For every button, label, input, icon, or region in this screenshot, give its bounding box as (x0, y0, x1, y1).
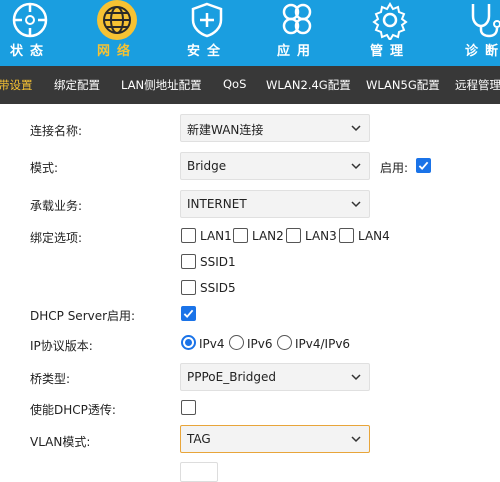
stethoscope-icon (465, 0, 500, 40)
connection-name-label: 连接名称: (30, 124, 83, 138)
bridge-type-select[interactable]: PPPoE_Bridged (180, 363, 370, 391)
nav-item-diagnose[interactable]: 诊断 (440, 0, 500, 66)
nav-label-manage: 管理 (369, 44, 410, 59)
lan1-checkbox[interactable] (181, 228, 196, 243)
mode-select[interactable]: Bridge (180, 152, 370, 180)
nav-label-security: 安全 (186, 44, 227, 59)
gear-icon (370, 0, 410, 42)
nav-label-network: 网络 (96, 44, 137, 59)
chevron-down-icon (351, 374, 361, 381)
ipv4-radio[interactable] (181, 335, 196, 350)
nav-item-security[interactable]: 安全 (162, 0, 252, 66)
top-navigation: 状态 网络 安全 应用 管理 诊断 (0, 0, 500, 66)
connection-name-select[interactable]: 新建WAN连接 (180, 114, 370, 142)
lan3-checkbox[interactable] (286, 228, 301, 243)
nav-item-status[interactable]: 状态 (0, 0, 75, 66)
ssid1-label: SSID1 (200, 255, 236, 269)
lan4-checkbox[interactable] (339, 228, 354, 243)
ssid5-checkbox[interactable] (181, 280, 196, 295)
chevron-down-icon (351, 201, 361, 208)
chevron-down-icon (351, 163, 361, 170)
lan4-label: LAN4 (358, 229, 390, 243)
check-icon (418, 161, 429, 171)
sub-navigation: 带设置 绑定配置 LAN侧地址配置 QoS WLAN2.4G配置 WLAN5G配… (0, 66, 500, 104)
bridge-type-label: 桥类型: (30, 372, 71, 386)
subnav-item-wlan24[interactable]: WLAN2.4G配置 (266, 77, 351, 93)
nav-label-diagnose: 诊断 (464, 44, 500, 59)
lan1-label: LAN1 (200, 229, 232, 243)
ip-version-label: IP协议版本: (30, 339, 93, 353)
ipv4-ipv6-label: IPv4/IPv6 (295, 337, 351, 351)
chevron-down-icon (351, 436, 361, 443)
subnav-item-qos[interactable]: QoS (223, 77, 246, 91)
nav-label-apps: 应用 (276, 44, 317, 59)
nav-label-status: 状态 (9, 44, 50, 59)
subnav-item-binding[interactable]: 绑定配置 (54, 77, 100, 93)
compass-icon (10, 0, 50, 40)
nav-item-network[interactable]: 网络 (72, 0, 162, 66)
vlan-mode-select[interactable]: TAG (180, 425, 370, 453)
connection-name-value: 新建WAN连接 (187, 123, 264, 137)
nav-item-manage[interactable]: 管理 (345, 0, 435, 66)
globe-icon (97, 0, 137, 40)
lan2-label: LAN2 (252, 229, 284, 243)
vlan-mode-label: VLAN模式: (30, 435, 91, 449)
ipv4-label: IPv4 (199, 337, 225, 351)
chevron-down-icon (351, 125, 361, 132)
enable-label: 启用: (380, 161, 409, 175)
clover-icon (277, 0, 317, 40)
service-label: 承载业务: (30, 199, 83, 213)
subnav-item-lan-address[interactable]: LAN侧地址配置 (121, 77, 202, 93)
vlan-id-input[interactable] (180, 462, 218, 482)
ssid1-checkbox[interactable] (181, 254, 196, 269)
nav-item-apps[interactable]: 应用 (252, 0, 342, 66)
dhcp-passthrough-checkbox[interactable] (181, 400, 196, 415)
subnav-item-wan[interactable]: 带设置 (0, 77, 33, 93)
binding-label: 绑定选项: (30, 231, 83, 245)
lan2-checkbox[interactable] (233, 228, 248, 243)
dhcp-passthrough-label: 使能DHCP透传: (30, 403, 116, 417)
lan3-label: LAN3 (305, 229, 337, 243)
bridge-type-value: PPPoE_Bridged (187, 370, 276, 384)
shield-plus-icon (187, 0, 227, 40)
dhcp-server-label: DHCP Server启用: (30, 309, 136, 323)
check-icon (183, 309, 194, 319)
ipv6-radio[interactable] (229, 335, 244, 350)
subnav-item-wlan5[interactable]: WLAN5G配置 (366, 77, 440, 93)
service-value: INTERNET (187, 197, 247, 211)
dhcp-server-checkbox[interactable] (181, 306, 196, 321)
ssid5-label: SSID5 (200, 281, 236, 295)
ipv4-ipv6-radio[interactable] (277, 335, 292, 350)
mode-value: Bridge (187, 159, 227, 173)
vlan-mode-value: TAG (187, 432, 211, 446)
subnav-item-remote[interactable]: 远程管理 (455, 77, 500, 93)
mode-label: 模式: (30, 161, 59, 175)
ipv6-label: IPv6 (247, 337, 273, 351)
enable-checkbox[interactable] (416, 158, 431, 173)
service-select[interactable]: INTERNET (180, 190, 370, 218)
